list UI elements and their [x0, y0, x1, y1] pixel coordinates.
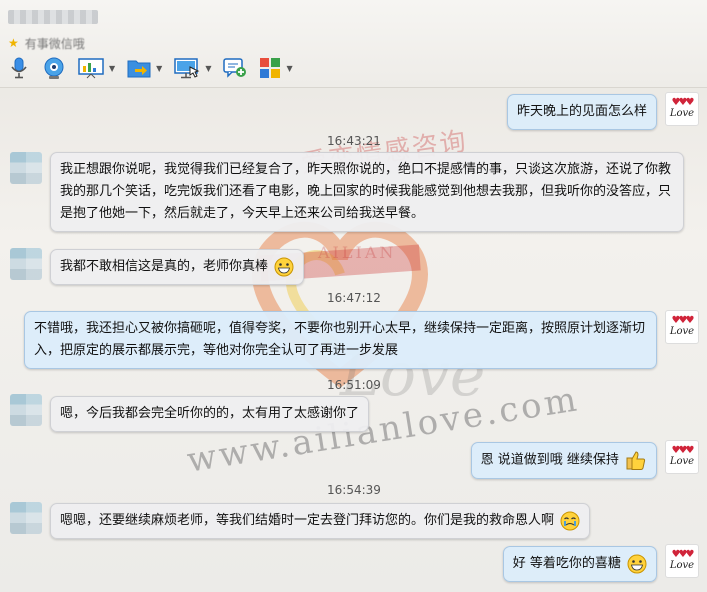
avatar[interactable]: ♥♥♥ Love — [665, 440, 699, 474]
avatar[interactable] — [10, 502, 42, 534]
hearts-icon: ♥♥♥ — [671, 445, 695, 456]
signature-row: ★ 有事微信哦 — [8, 35, 85, 51]
microphone-icon — [11, 57, 27, 79]
avatar[interactable]: ♥♥♥ Love — [665, 92, 699, 126]
avatar[interactable] — [10, 152, 42, 184]
outgoing-message: 昨天晚上的见面怎么样 — [506, 94, 657, 130]
star-icon: ★ — [8, 36, 19, 50]
thumbs-up-emoji-icon — [626, 451, 646, 470]
watermark-ailian: AILIAN — [318, 243, 397, 262]
apps-button[interactable]: ▼ — [257, 55, 294, 81]
contact-signature: 有事微信哦 — [24, 36, 85, 51]
screen-share-dropdown-icon[interactable]: ▼ — [205, 64, 211, 73]
grinning-emoji-icon — [627, 554, 647, 573]
screen-share-icon — [174, 58, 200, 79]
avatar[interactable]: ♥♥♥ Love — [665, 310, 699, 344]
incoming-message: 嗯，今后我都会完全听你的的，太有用了太感谢你了 — [50, 396, 370, 432]
grinning-emoji-icon — [274, 257, 294, 276]
incoming-message: 我都不敢相信这是真的，老师你真棒 — [50, 249, 305, 285]
blurred-name — [8, 10, 98, 24]
outgoing-message: 不错哦，我还担心又被你搞砸呢，值得夸奖，不要你也别开心太早，继续保持一定距离，按… — [24, 311, 657, 369]
whiteboard-icon — [78, 58, 104, 79]
screen-share-button[interactable]: ▼ — [172, 55, 213, 81]
chat-header: ★ 有事微信哦 ▼ ▼ ▼ ▼ — [0, 0, 707, 88]
whiteboard-dropdown-icon[interactable]: ▼ — [109, 64, 115, 73]
message-text: 嗯嗯，还要继续麻烦老师，等我们结婚时一定去登门拜访您的。你们是我的救命恩人啊 — [60, 513, 555, 528]
message-timestamp: 16:51:09 — [327, 378, 381, 392]
video-call-button[interactable] — [40, 55, 68, 81]
outgoing-message: 恩 说道做到哦 继续保持 — [470, 442, 657, 479]
message-timestamp: 16:47:12 — [327, 291, 381, 305]
message-text: 恩 说道做到哦 继续保持 — [480, 452, 619, 468]
crying-emoji-icon — [560, 511, 580, 530]
microphone-button[interactable] — [6, 55, 32, 81]
message-area[interactable]: 爱恋情感咨询 AILIAN Love www.ailianlove.com 昨天… — [0, 88, 707, 592]
avatar[interactable]: ♥♥♥ Love — [665, 544, 699, 578]
send-file-dropdown-icon[interactable]: ▼ — [156, 64, 162, 73]
outgoing-message: 好 等着吃你的喜糖 — [502, 546, 657, 582]
apps-icon — [260, 58, 281, 78]
video-camera-icon — [44, 57, 64, 79]
whiteboard-button[interactable]: ▼ — [76, 55, 117, 81]
apps-dropdown-icon[interactable]: ▼ — [286, 64, 292, 73]
message-text: 我正想跟你说呢，我觉得我们已经复合了，昨天照你说的，绝口不提感情的事，只谈这次旅… — [60, 162, 672, 221]
message-timestamp: 16:43:21 — [327, 134, 381, 148]
message-text: 我都不敢相信这是真的，老师你真棒 — [60, 259, 269, 274]
message-text: 昨天晚上的见面怎么样 — [516, 104, 647, 119]
message-text: 嗯，今后我都会完全听你的的，太有用了太感谢你了 — [60, 406, 360, 421]
chat-toolbar: ▼ ▼ ▼ ▼ — [6, 54, 295, 82]
incoming-message: 嗯嗯，还要继续麻烦老师，等我们结婚时一定去登门拜访您的。你们是我的救命恩人啊 — [50, 503, 591, 539]
add-chat-button[interactable] — [221, 55, 249, 81]
hearts-icon: ♥♥♥ — [671, 97, 695, 108]
send-file-button[interactable]: ▼ — [125, 55, 164, 81]
hearts-icon: ♥♥♥ — [671, 549, 695, 560]
message-text: 好 等着吃你的喜糖 — [512, 556, 621, 571]
incoming-message: 我正想跟你说呢，我觉得我们已经复合了，昨天照你说的，绝口不提感情的事，只谈这次旅… — [50, 152, 684, 232]
avatar[interactable] — [10, 248, 42, 280]
message-timestamp: 16:54:39 — [327, 483, 381, 497]
hearts-icon: ♥♥♥ — [671, 315, 695, 326]
avatar[interactable] — [10, 394, 42, 426]
message-text: 不错哦，我还担心又被你搞砸呢，值得夸奖，不要你也别开心太早，继续保持一定距离，按… — [34, 321, 646, 358]
send-file-icon — [127, 60, 151, 78]
add-chat-icon — [223, 58, 247, 78]
contact-name-blurred — [8, 4, 118, 28]
